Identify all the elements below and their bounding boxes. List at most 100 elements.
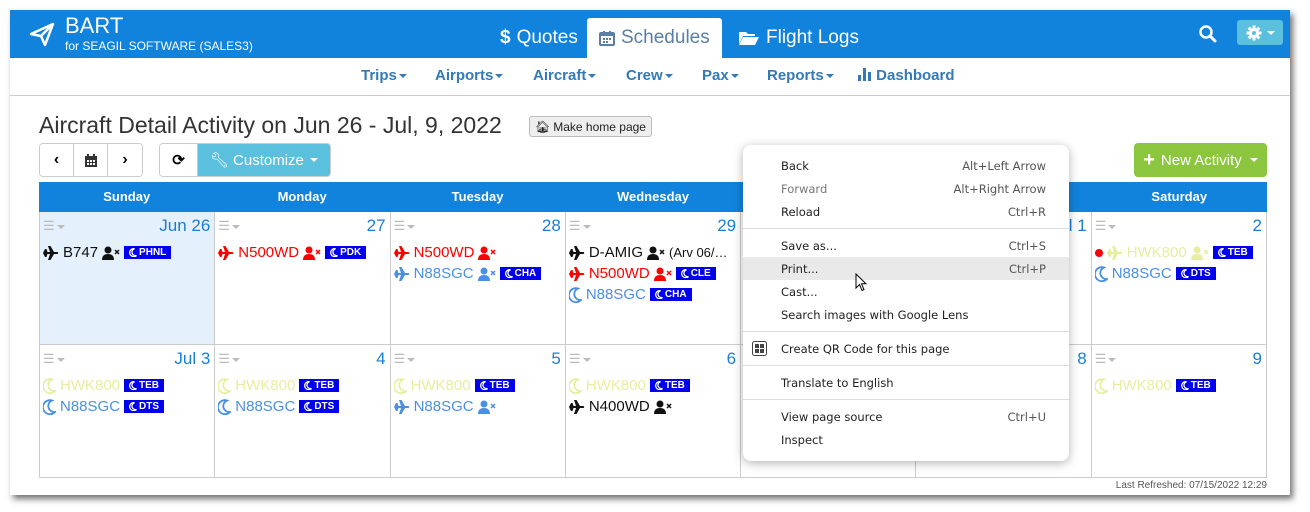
plane-icon xyxy=(393,399,409,414)
aircraft-event[interactable]: N88SGC DTS xyxy=(1094,263,1264,284)
day-number[interactable]: 29 xyxy=(717,216,736,236)
caret-down-icon xyxy=(1266,30,1275,35)
day-cell[interactable]: ☰ Jun 26 B747 PHNL xyxy=(39,212,215,345)
context-menu-item-inspect[interactable]: Inspect xyxy=(743,428,1069,451)
day-cell[interactable]: ☰ 28 N500WD N88SGC CHA xyxy=(389,212,565,345)
tab-schedules[interactable]: Schedules xyxy=(587,18,722,58)
aircraft-event[interactable]: N88SGC CHA xyxy=(568,284,738,305)
day-cell[interactable]: ☰ 2 HWK800 TEB N88SGC DTS xyxy=(1090,212,1267,345)
weekday-header: SundayMondayTuesdayWednesdayThursdayFrid… xyxy=(39,182,1267,212)
cell-menu-icon[interactable]: ☰ xyxy=(218,218,240,234)
aircraft-event[interactable]: D-AMIG (Arv 06/… xyxy=(568,242,738,263)
context-menu-item-reload[interactable]: Reload Ctrl+R xyxy=(743,200,1069,223)
day-number[interactable]: 8 xyxy=(1077,349,1086,369)
cell-menu-icon[interactable]: ☰ xyxy=(1095,218,1117,234)
context-menu-item-save-as[interactable]: Save as... Ctrl+S xyxy=(743,234,1069,257)
context-menu-item-forward[interactable]: Forward Alt+Right Arrow xyxy=(743,177,1069,200)
customize-dropdown-button[interactable]: 🔧︎ Customize xyxy=(198,144,330,176)
day-cell[interactable]: ☰ 6 HWK800 TEB N400WD xyxy=(564,345,741,478)
app-name[interactable]: BART xyxy=(65,14,123,38)
moon-icon xyxy=(1094,377,1108,394)
context-menu-item-create-qr-code-for-this-page[interactable]: Create QR Code for this page xyxy=(743,337,1069,360)
cell-menu-icon[interactable]: ☰ xyxy=(218,351,240,367)
weekday-sunday: Sunday xyxy=(103,189,151,204)
tab-flight-logs[interactable]: Flight Logs xyxy=(726,18,871,58)
cell-menu-icon[interactable]: ☰ xyxy=(569,218,591,234)
prev-button[interactable]: ‹ xyxy=(40,144,74,176)
nav-pax[interactable]: Pax xyxy=(702,67,739,84)
nav-crew[interactable]: Crew xyxy=(626,67,673,84)
make-home-page-button[interactable]: 🏠︎ Make home page xyxy=(529,116,652,137)
day-cell[interactable]: ☰ 4 HWK800 TEB N88SGC DTS xyxy=(214,345,390,478)
tab-quotes[interactable]: $ Quotes xyxy=(488,18,590,58)
day-number[interactable]: 27 xyxy=(367,216,386,236)
cell-menu-icon[interactable]: ☰ xyxy=(394,218,416,234)
cell-menu-icon[interactable]: ☰ xyxy=(43,218,65,234)
refresh-button[interactable]: ⟳ xyxy=(160,144,198,176)
crew-missing-icon xyxy=(477,400,496,414)
aircraft-event[interactable]: HWK800 TEB xyxy=(393,375,563,396)
calendar-icon xyxy=(84,153,97,167)
day-cell[interactable]: ☰ 9 HWK800 TEB xyxy=(1090,345,1267,478)
aircraft-event[interactable]: B747 PHNL xyxy=(43,242,212,263)
crew-missing-icon xyxy=(653,267,672,281)
cell-menu-icon[interactable]: ☰ xyxy=(569,351,591,367)
aircraft-event[interactable]: HWK800 TEB xyxy=(1094,375,1264,396)
context-menu-item-cast[interactable]: Cast... xyxy=(743,280,1069,303)
day-number[interactable]: 5 xyxy=(551,349,560,369)
cell-menu-icon[interactable]: ☰ xyxy=(394,351,416,367)
aircraft-event[interactable]: N88SGC CHA xyxy=(393,263,563,284)
aircraft-event[interactable]: N500WD PDK xyxy=(218,242,387,263)
context-menu-item-view-page-source[interactable]: View page source Ctrl+U xyxy=(743,405,1069,428)
search-icon[interactable] xyxy=(1198,24,1218,44)
cell-menu-icon[interactable]: ☰ xyxy=(43,351,65,367)
menu-separator xyxy=(743,365,1069,366)
aircraft-event[interactable]: N500WD xyxy=(393,242,563,263)
context-menu-item-search-images-with-google-lens[interactable]: Search images with Google Lens xyxy=(743,303,1069,326)
context-menu-item-translate-to-english[interactable]: Translate to English xyxy=(743,371,1069,394)
date-picker-button[interactable] xyxy=(74,144,108,176)
nav-dashboard[interactable]: Dashboard xyxy=(858,67,955,84)
nav-aircraft[interactable]: Aircraft xyxy=(533,67,597,84)
day-number[interactable]: 2 xyxy=(1253,216,1262,236)
moon-icon xyxy=(654,381,663,390)
aircraft-event[interactable]: HWK800 TEB xyxy=(568,375,738,396)
cell-menu-icon[interactable]: ☰ xyxy=(1095,351,1117,367)
aircraft-event[interactable]: HWK800 TEB xyxy=(218,375,387,396)
aircraft-event[interactable]: N88SGC DTS xyxy=(43,396,212,417)
next-button[interactable]: › xyxy=(108,144,142,176)
aircraft-event[interactable]: HWK800 TEB xyxy=(1094,242,1264,263)
overnight-airport-badge: PDK xyxy=(325,246,367,259)
paper-plane-logo-icon[interactable] xyxy=(28,20,56,48)
plane-icon xyxy=(43,245,59,260)
nav-airports[interactable]: Airports xyxy=(435,67,504,84)
aircraft-event[interactable]: HWK800 TEB xyxy=(43,375,212,396)
aircraft-event[interactable]: N500WD CLE xyxy=(568,263,738,284)
day-number[interactable]: Jul 3 xyxy=(174,349,210,369)
nav-trips[interactable]: Trips xyxy=(361,67,407,84)
day-cell[interactable]: ☰ 29 D-AMIG (Arv 06/… N500WD CLE N88SGC CHA xyxy=(564,212,741,345)
event-list: HWK800 TEB N400WD xyxy=(568,375,738,417)
aircraft-event[interactable]: N88SGC xyxy=(393,396,563,417)
tail-number: N88SGC xyxy=(1111,265,1172,282)
day-cell[interactable]: ☰ 27 N500WD PDK xyxy=(214,212,390,345)
day-number[interactable]: 28 xyxy=(542,216,561,236)
aircraft-event[interactable]: N400WD xyxy=(568,396,738,417)
day-number[interactable]: 9 xyxy=(1253,349,1262,369)
day-cell[interactable]: ☰ Jul 3 HWK800 TEB N88SGC DTS xyxy=(39,345,215,478)
day-number[interactable]: Jun 26 xyxy=(159,216,210,236)
context-menu-item-print[interactable]: Print... Ctrl+P xyxy=(743,257,1069,280)
aircraft-event[interactable]: N88SGC DTS xyxy=(218,396,387,417)
gear-icon xyxy=(1246,25,1261,40)
event-list: HWK800 TEB N88SGC xyxy=(393,375,563,417)
menu-separator xyxy=(743,331,1069,332)
moon-icon xyxy=(304,402,313,411)
day-number[interactable]: 4 xyxy=(376,349,385,369)
secondary-nav: Trips Airports Aircraft Crew Pax Reports… xyxy=(10,58,1290,96)
nav-reports[interactable]: Reports xyxy=(767,67,834,84)
settings-dropdown-button[interactable] xyxy=(1237,20,1283,45)
day-number[interactable]: 6 xyxy=(727,349,736,369)
new-activity-button[interactable]: + New Activity xyxy=(1134,143,1267,177)
context-menu-item-back[interactable]: Back Alt+Left Arrow xyxy=(743,154,1069,177)
day-cell[interactable]: ☰ 5 HWK800 TEB N88SGC xyxy=(389,345,565,478)
